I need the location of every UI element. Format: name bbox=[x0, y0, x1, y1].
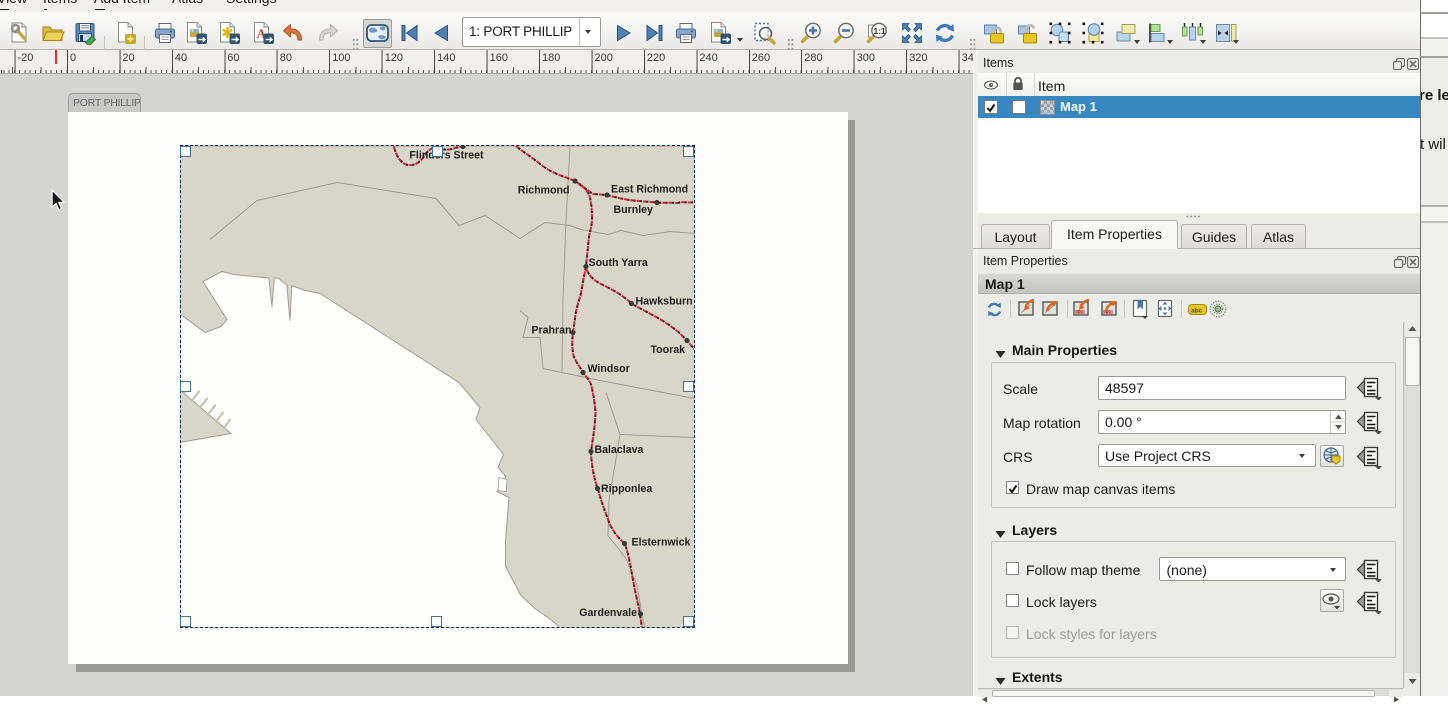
svg-text:1:1: 1:1 bbox=[874, 26, 887, 36]
svg-text:1:23: 1:23 bbox=[1076, 310, 1085, 315]
svg-text:abc: abc bbox=[1191, 308, 1203, 315]
